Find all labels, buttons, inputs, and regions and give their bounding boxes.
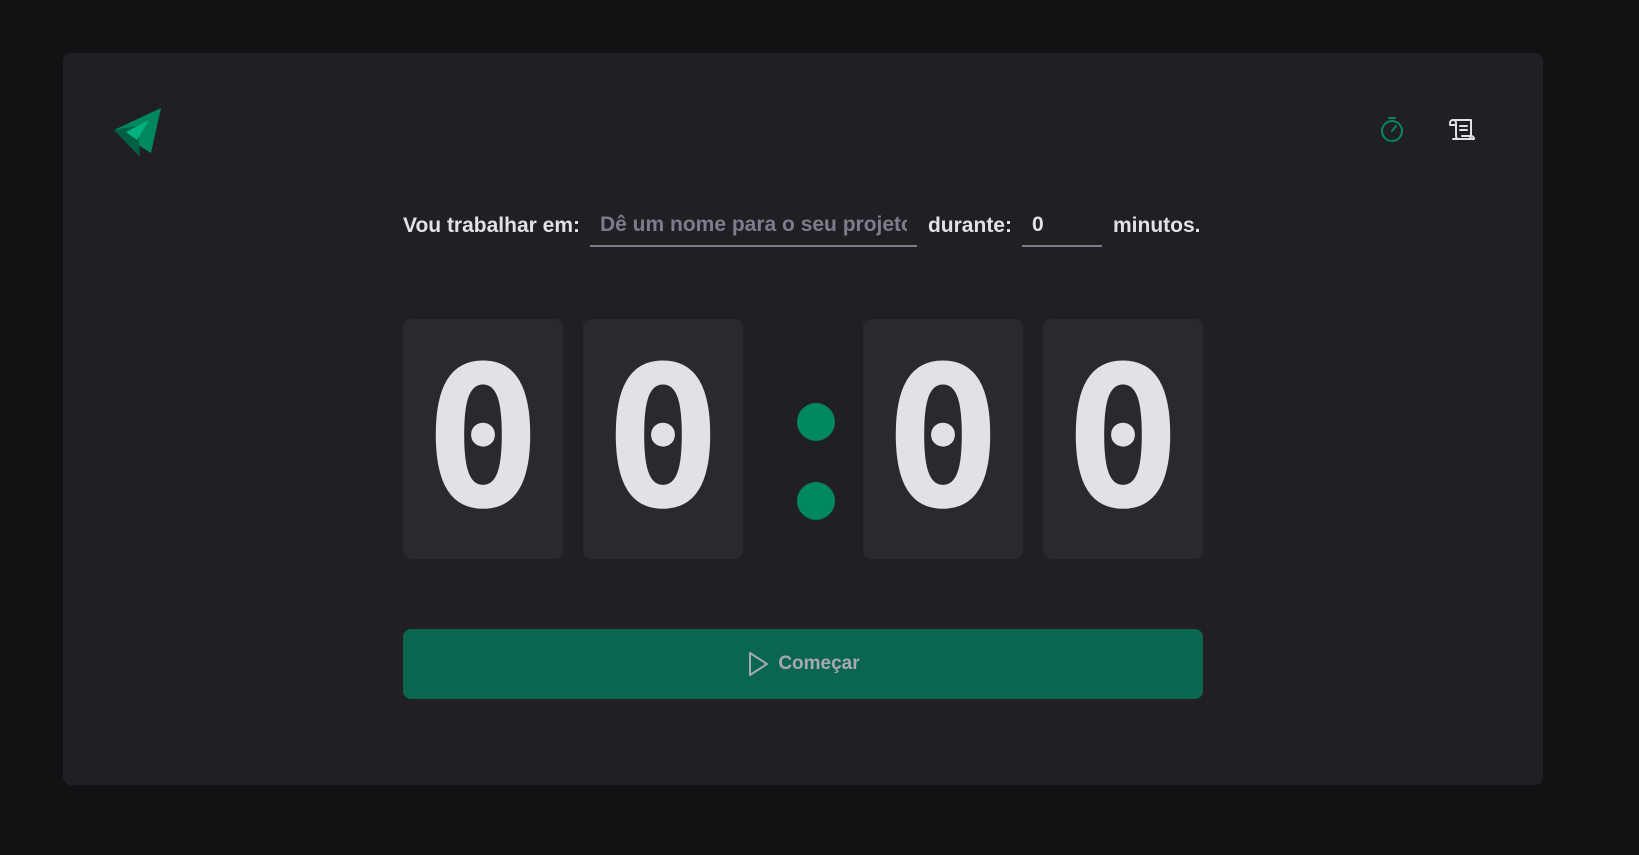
separator-dot-bottom bbox=[797, 482, 835, 520]
minutes-input[interactable] bbox=[1021, 205, 1102, 247]
countdown-separator bbox=[786, 319, 846, 559]
project-label: Vou trabalhar em: bbox=[403, 214, 580, 237]
paper-plane-logo-icon bbox=[112, 106, 166, 160]
countdown-seconds-ones: 0 bbox=[1043, 319, 1203, 559]
duration-label: durante: bbox=[927, 214, 1012, 237]
timer-nav-icon[interactable] bbox=[1377, 114, 1407, 144]
countdown-minutes-ones: 0 bbox=[583, 319, 743, 559]
task-form: Vou trabalhar em: durante: minutos. bbox=[403, 198, 1223, 254]
countdown-minutes-tens: 0 bbox=[403, 319, 563, 559]
play-icon bbox=[746, 651, 770, 677]
history-scroll-icon[interactable] bbox=[1447, 114, 1477, 144]
start-countdown-button[interactable]: Começar bbox=[403, 629, 1203, 699]
countdown-seconds-tens: 0 bbox=[863, 319, 1023, 559]
start-button-label: Começar bbox=[778, 653, 860, 674]
separator-dot-top bbox=[797, 403, 835, 441]
timer-card: Vou trabalhar em: durante: minutos. 0 0 … bbox=[63, 53, 1543, 785]
minutes-suffix: minutos. bbox=[1112, 214, 1201, 237]
project-name-input[interactable] bbox=[589, 205, 917, 247]
